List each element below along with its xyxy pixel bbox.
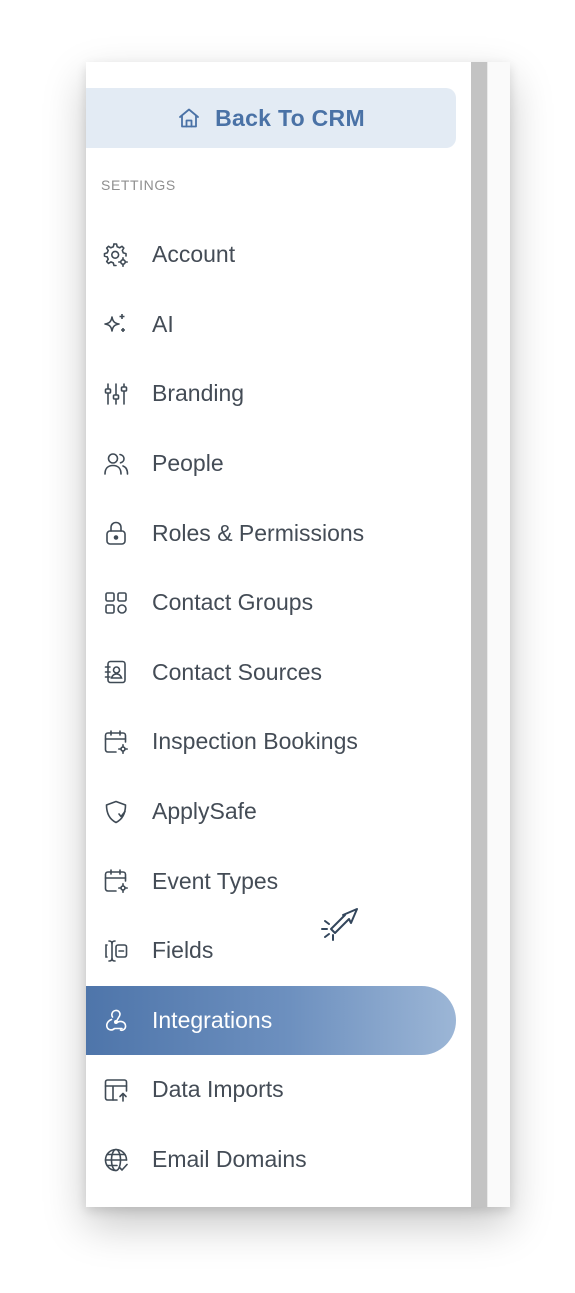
sidebar-item-label: People <box>152 450 224 477</box>
sidebar-item-applysafe[interactable]: ApplySafe <box>86 777 463 847</box>
sidebar-item-label: Contact Sources <box>152 658 323 685</box>
sidebar-item-email-domains[interactable]: Email Domains <box>86 1125 463 1195</box>
sidebar-item-contact-sources[interactable]: Contact Sources <box>86 638 463 708</box>
sidebar-item-label: Data Imports <box>152 1076 284 1103</box>
back-to-crm-button[interactable]: Back To CRM <box>86 88 456 148</box>
sidebar-item-roles-permissions[interactable]: Roles & Permissions <box>86 498 463 568</box>
home-icon <box>177 106 201 130</box>
sidebar-item-people[interactable]: People <box>86 429 463 499</box>
sidebar-item-label: AI <box>152 310 174 337</box>
lock-icon <box>102 519 130 547</box>
calendar-gear-icon <box>102 728 130 756</box>
sidebar-item-integrations[interactable]: Integrations <box>86 985 456 1056</box>
click-cursor-icon <box>321 908 358 941</box>
scrollbar[interactable] <box>471 62 487 1207</box>
sidebar-item-account[interactable]: Account <box>86 220 463 290</box>
sidebar-item-inspection-bookings[interactable]: Inspection Bookings <box>86 707 463 777</box>
settings-menu: Account AI Branding People Roles & Permi… <box>86 220 463 1194</box>
table-upload-icon <box>102 1076 130 1104</box>
sidebar-item-ai[interactable]: AI <box>86 290 463 360</box>
sidebar-item-label: Inspection Bookings <box>152 728 358 755</box>
globe-icon <box>102 1146 130 1174</box>
sidebar-item-contact-groups[interactable]: Contact Groups <box>86 568 463 638</box>
sidebar-item-fields[interactable]: Fields <box>86 916 463 986</box>
grid-icon <box>102 589 130 617</box>
sidebar-item-label: ApplySafe <box>152 798 257 825</box>
calendar-gear-icon <box>102 867 130 895</box>
sidebar-item-branding[interactable]: Branding <box>86 359 463 429</box>
settings-section-label: SETTINGS <box>101 177 176 193</box>
sidebar-item-label: Account <box>152 241 236 268</box>
back-to-crm-label: Back To CRM <box>215 104 365 131</box>
sidebar-item-event-types[interactable]: Event Types <box>86 846 463 916</box>
sparkle-icon <box>102 310 130 338</box>
sidebar-item-label: Email Domains <box>152 1146 307 1173</box>
webhook-icon <box>102 1006 130 1034</box>
sidebar-item-data-imports[interactable]: Data Imports <box>86 1055 463 1125</box>
sliders-icon <box>102 380 130 408</box>
sidebar-item-label: Contact Groups <box>152 589 314 616</box>
sidebar-item-label: Event Types <box>152 867 279 894</box>
panel-divider <box>463 62 471 1207</box>
users-icon <box>102 450 130 478</box>
sidebar-item-label: Roles & Permissions <box>152 519 365 546</box>
contact-book-icon <box>102 658 130 686</box>
text-field-icon <box>102 937 130 965</box>
shield-icon <box>102 798 130 826</box>
settings-panel: Back To CRM SETTINGS Account AI Branding… <box>86 62 510 1207</box>
content-area-edge <box>487 62 510 1207</box>
sidebar-item-label: Fields <box>152 937 214 964</box>
settings-sidebar: Back To CRM SETTINGS Account AI Branding… <box>86 62 463 1207</box>
gear-icon <box>102 241 130 269</box>
sidebar-item-label: Integrations <box>152 1006 273 1033</box>
sidebar-item-label: Branding <box>152 380 245 407</box>
